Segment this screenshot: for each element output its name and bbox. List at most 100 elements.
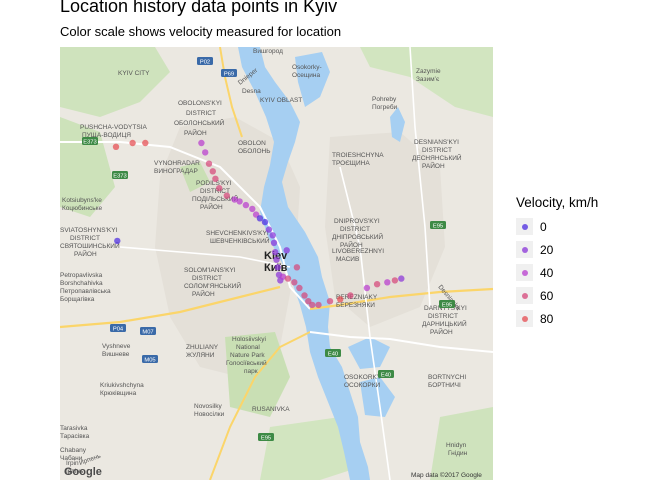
legend-title: Velocity, km/h bbox=[516, 195, 599, 210]
data-point bbox=[202, 149, 209, 156]
data-point bbox=[198, 139, 205, 147]
legend-dot bbox=[521, 246, 528, 253]
road-shield: E95 bbox=[430, 221, 446, 229]
data-point bbox=[315, 301, 322, 309]
map-place-label: Hnidyn bbox=[446, 442, 467, 449]
data-point bbox=[261, 218, 269, 226]
map-place-label: TROIESHCHYNA bbox=[332, 152, 384, 159]
road-shield: P04 bbox=[110, 324, 126, 332]
map-place-label: BORTNYCHI bbox=[428, 374, 466, 381]
legend-entry: 60 bbox=[516, 284, 598, 307]
data-point bbox=[223, 192, 230, 199]
map-place-label: DISTRICT bbox=[70, 235, 100, 242]
map-place-label: Вишгород bbox=[253, 48, 283, 55]
map-place-label: OSOKORKY bbox=[344, 374, 382, 381]
legend-dot bbox=[521, 269, 528, 276]
legend-entry: 0 bbox=[516, 215, 598, 238]
road-shield-label: E373 bbox=[113, 173, 127, 179]
map-attribution: Map data ©2017 Google bbox=[411, 471, 482, 479]
data-point bbox=[391, 277, 399, 284]
map-place-label: Nature Park bbox=[230, 352, 265, 359]
map-panel[interactable]: Вишгород Osokorky- Осещина Zazymie Зазимʼє Po… bbox=[60, 47, 493, 480]
data-point bbox=[270, 239, 278, 246]
data-point bbox=[309, 301, 316, 309]
map-place-label: KYIV OBLAST bbox=[260, 97, 302, 104]
map-svg: Вишгород Osokorky-Осещина ZazymieЗазимʼє Po… bbox=[60, 47, 493, 480]
map-place-label: Погреби bbox=[372, 103, 398, 111]
map-place-label: Крюківщина bbox=[100, 389, 137, 397]
data-point bbox=[284, 275, 292, 282]
map-place-label: ОСОКОРКИ bbox=[344, 382, 381, 389]
data-point bbox=[205, 160, 213, 167]
road-shield: P02 bbox=[197, 57, 213, 65]
map-place-label: SHEVCHENKIVS'KYI bbox=[206, 230, 269, 237]
map-place-label: Desna bbox=[242, 88, 261, 95]
data-point bbox=[216, 185, 223, 192]
road-shield-label: E373 bbox=[83, 139, 97, 145]
map-place-label: ОБОЛОНЬ bbox=[238, 148, 271, 155]
map-place-label: VYNOHRADAR bbox=[154, 160, 200, 167]
data-point bbox=[296, 284, 303, 292]
legend-key bbox=[516, 310, 533, 327]
data-point bbox=[274, 264, 281, 271]
legend-entry: 40 bbox=[516, 261, 598, 284]
map-place-label: РАЙОН bbox=[74, 249, 97, 258]
map-place-label: DNIPROVS'KYI bbox=[334, 218, 380, 225]
map-place-label: ЖУЛЯНИ bbox=[186, 352, 215, 359]
map-place-label: РАЙОН bbox=[422, 161, 445, 170]
data-point bbox=[337, 296, 344, 303]
data-point bbox=[236, 198, 243, 205]
map-place-label: Zazymie bbox=[416, 68, 441, 75]
legend-label: 40 bbox=[540, 265, 554, 280]
map-place-label: Chabany bbox=[60, 447, 87, 454]
map-place-label: KYIV CITY bbox=[118, 70, 150, 77]
road-shield-label: E95 bbox=[261, 435, 271, 441]
data-point bbox=[384, 279, 391, 286]
road-shield: P69 bbox=[221, 69, 237, 77]
legend: Velocity, km/h 0 20 40 60 80 bbox=[516, 195, 598, 330]
road-shield-label: M07 bbox=[142, 329, 153, 335]
map-place-label: ДЕСНЯНСЬКИЙ bbox=[412, 153, 462, 162]
map-place-label: Новосілки bbox=[194, 410, 225, 418]
data-point bbox=[112, 143, 120, 150]
road-shield: E40 bbox=[325, 349, 341, 357]
map-place-label: Петропавлівська bbox=[60, 287, 111, 295]
map-place-label: РАЙОН bbox=[192, 289, 215, 298]
chart-subtitle: Color scale shows velocity measured for … bbox=[60, 24, 342, 39]
road-shield-label: E95 bbox=[433, 223, 443, 229]
data-point bbox=[291, 279, 298, 286]
road-shield: M07 bbox=[140, 327, 156, 335]
data-point bbox=[256, 215, 264, 222]
legend-dot bbox=[521, 315, 528, 322]
map-place-label: Tarasivka bbox=[60, 425, 88, 432]
data-point bbox=[373, 281, 381, 288]
map-place-label: РАЙОН bbox=[430, 327, 453, 336]
map-place-label: Holosiivskyi bbox=[232, 336, 266, 343]
legend-key bbox=[516, 218, 533, 235]
map-place-label: DISTRICT bbox=[422, 147, 452, 154]
data-point bbox=[142, 139, 149, 147]
legend-entry: 20 bbox=[516, 238, 598, 261]
map-place-label: National bbox=[236, 344, 260, 351]
road-shield: E40 bbox=[378, 370, 394, 378]
map-place-label: Pohreby bbox=[372, 96, 397, 103]
data-point bbox=[212, 175, 219, 182]
map-place-label: DISTRICT bbox=[428, 313, 458, 320]
map-place-label: Вишневе bbox=[102, 351, 130, 358]
map-place-label: DISTRICT bbox=[340, 226, 370, 233]
road-shield-label: P04 bbox=[113, 326, 124, 332]
data-point bbox=[283, 247, 290, 254]
data-point bbox=[326, 298, 334, 305]
map-place-label: LIVOBEREZHNYI bbox=[332, 248, 384, 255]
map-place-label: БОРТНИЧІ bbox=[428, 382, 461, 389]
road-shield-label: E40 bbox=[381, 372, 391, 378]
data-point bbox=[114, 237, 121, 245]
road-shield: E95 bbox=[439, 300, 455, 308]
legend-label: 20 bbox=[540, 242, 554, 257]
map-place-label: Kriukivshchyna bbox=[100, 382, 144, 389]
map-place-label: ШЕВЧЕНКІВСЬКИЙ bbox=[210, 236, 270, 245]
road-shield-label: P69 bbox=[224, 71, 234, 77]
map-place-label: SOLOM'IANS'KYI bbox=[184, 267, 236, 274]
map-place-label: OBOLONS'KYI bbox=[178, 100, 222, 107]
legend-key bbox=[516, 241, 533, 258]
